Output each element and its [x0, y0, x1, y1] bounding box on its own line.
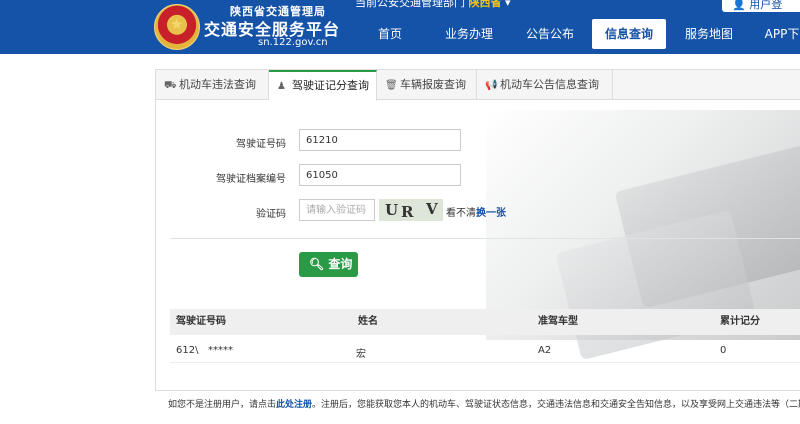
register-link[interactable]: 此处注册	[276, 400, 312, 410]
cell-vehicle-class: A2	[538, 345, 552, 356]
person-icon: ♟	[277, 81, 286, 92]
tab-bar: ⛟ 机动车违法查询 ♟ 驾驶证记分查询 🗑 车辆报废查询 📢 机动车公告信息查询	[156, 70, 800, 101]
archive-no-label: 驾驶证档案编号	[216, 174, 286, 185]
register-notice: 如您不是注册用户，请点击此处注册。注册后，您能获取您本人的机动车、驾驶证状态信息…	[168, 397, 800, 410]
query-panel: ⛟ 机动车违法查询 ♟ 驾驶证记分查询 🗑 车辆报废查询 📢 机动车公告信息查询 驾驶证…	[155, 69, 800, 391]
col-license-no: 驾驶证号码	[176, 316, 226, 327]
user-icon: 👤	[732, 0, 746, 11]
form-divider	[170, 238, 800, 239]
tab-license-points[interactable]: ♟ 驾驶证记分查询	[269, 70, 377, 101]
query-button-label: 查询	[328, 257, 353, 271]
query-button[interactable]: 🔍︎ 查询	[299, 252, 358, 277]
trash-icon: 🗑	[385, 80, 398, 91]
user-login-button[interactable]: 👤 用户登	[722, 0, 800, 12]
captcha-char: U	[385, 201, 399, 219]
redaction-mask	[342, 167, 402, 183]
truck-icon: ⛟	[164, 80, 177, 91]
nav-info-query[interactable]: 信息查询	[592, 19, 666, 49]
cell-points: 0	[720, 345, 727, 356]
register-notice-prefix: 如您不是注册用户，请点击	[168, 400, 277, 410]
nav-business[interactable]: 业务办理	[432, 19, 506, 49]
captcha-char: R	[401, 203, 414, 221]
brand-url: sn.122.gov.cn	[258, 37, 328, 48]
megaphone-icon: 📢	[485, 80, 498, 91]
license-no-input[interactable]	[299, 129, 461, 151]
top-header: ★ 陕西省交通管理局 交通安全服务平台 sn.122.gov.cn 当前公安交通…	[0, 0, 800, 54]
region-prefix: 当前公安交通管理部门	[355, 0, 465, 9]
row-divider	[170, 362, 800, 363]
col-points: 累计记分	[720, 316, 760, 327]
tab-vehicle-violation[interactable]: ⛟ 机动车违法查询	[156, 70, 269, 100]
captcha-char: V	[426, 200, 438, 218]
search-icon: 🔍︎	[309, 257, 325, 271]
captcha-image[interactable]: U R V	[379, 199, 443, 221]
tab-label: 机动车违法查询	[179, 78, 256, 91]
cell-license-no: 612\	[176, 345, 199, 356]
nav-service-map[interactable]: 服务地图	[674, 19, 744, 49]
tab-label: 车辆报废查询	[400, 78, 466, 91]
col-name: 姓名	[358, 316, 378, 327]
chevron-down-icon: ▾	[505, 0, 511, 9]
nav-app-download[interactable]: APP下	[752, 19, 800, 49]
license-no-label: 驾驶证号码	[236, 139, 286, 150]
region-selector[interactable]: 当前公安交通管理部门 陕西省 ▾	[355, 0, 511, 10]
nav-announcements[interactable]: 公告公布	[515, 19, 585, 49]
user-login-label: 用户登	[749, 0, 783, 11]
cell-name: 宏	[356, 349, 366, 360]
captcha-refresh-link[interactable]: 换一张	[476, 204, 506, 219]
tab-vehicle-announcement[interactable]: 📢 机动车公告信息查询	[477, 70, 613, 100]
tab-label: 驾驶证记分查询	[292, 79, 369, 92]
col-vehicle-class: 准驾车型	[538, 316, 578, 327]
register-notice-suffix: 。注册后，您能获取您本人的机动车、驾驶证状态信息，交通违法信息和交通安全告知信息…	[312, 400, 800, 410]
tab-label: 机动车公告信息查询	[500, 78, 599, 91]
cell-license-mask: *****	[208, 345, 233, 356]
captcha-label: 验证码	[256, 209, 286, 220]
results-table-header: 驾驶证号码 姓名 准驾车型 累计记分	[170, 309, 800, 335]
tab-vehicle-scrap[interactable]: 🗑 车辆报废查询	[377, 70, 477, 100]
police-emblem-icon: ★	[154, 4, 200, 50]
captcha-input[interactable]	[299, 199, 375, 221]
nav-home[interactable]: 首页	[360, 19, 420, 49]
region-name[interactable]: 陕西省	[469, 0, 502, 9]
